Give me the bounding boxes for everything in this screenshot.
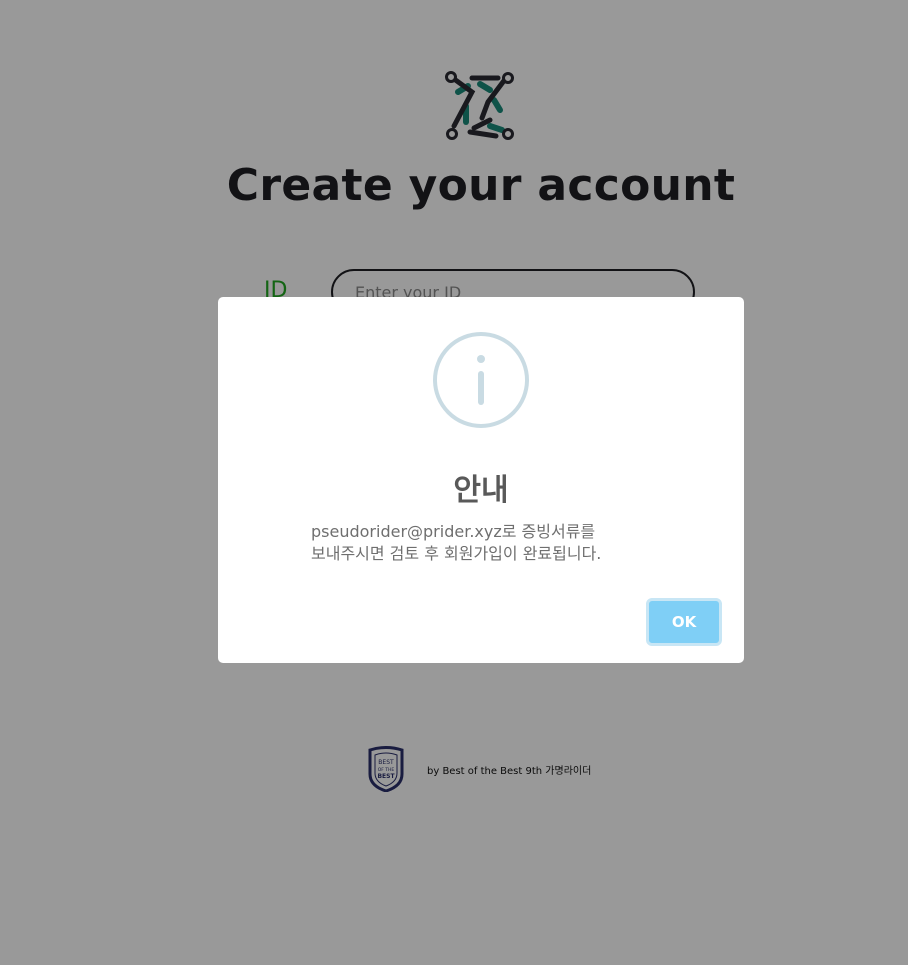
info-dialog: 안내 pseudorider@prider.xyz로 증빙서류를 보내주시면 검… <box>218 297 744 663</box>
info-icon <box>433 332 529 428</box>
dialog-message-line-1: pseudorider@prider.xyz로 증빙서류를 <box>311 522 596 541</box>
dialog-message: pseudorider@prider.xyz로 증빙서류를 보내주시면 검토 후… <box>311 521 711 565</box>
ok-button[interactable]: OK <box>646 598 722 646</box>
dialog-title: 안내 <box>453 473 509 508</box>
signup-page: Create your account ID BEST OF THE BEST … <box>0 0 908 965</box>
dialog-message-line-2: 보내주시면 검토 후 회원가입이 완료됩니다. <box>311 544 602 563</box>
